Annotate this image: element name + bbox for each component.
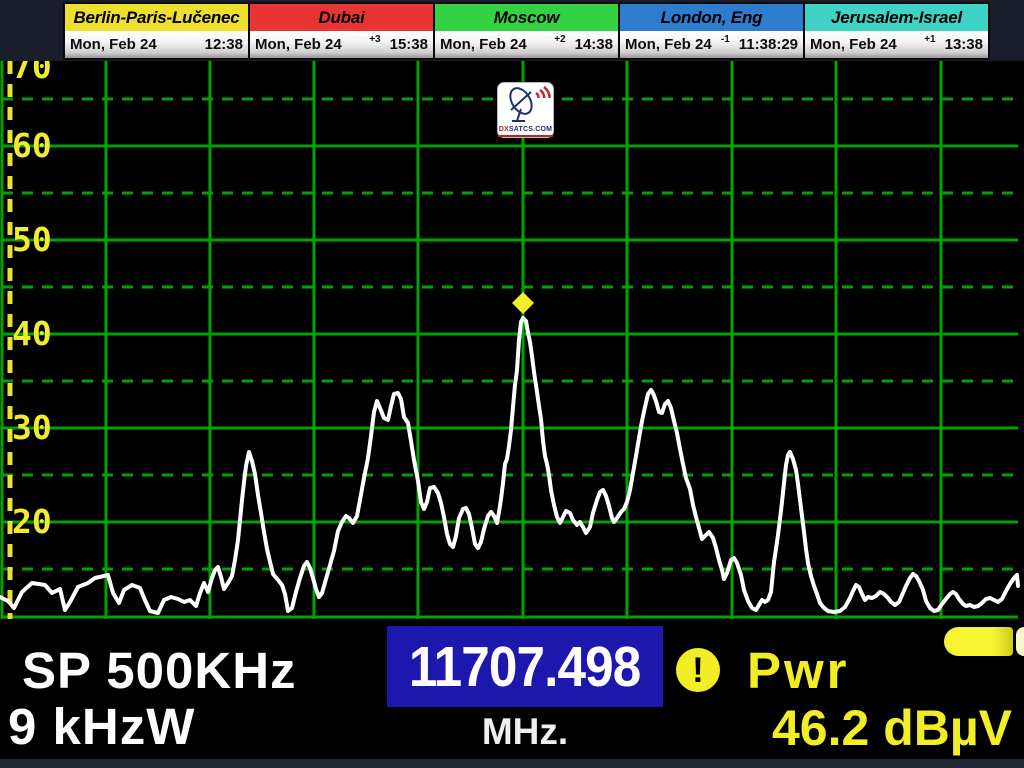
peak-marker-icon [512,292,534,314]
spectrum-chart: 70 60 50 40 30 20 [0,61,1024,622]
warning-icon: ! [676,648,720,692]
power-label: Pwr [747,641,850,700]
clock-panel-london: London, Eng Mon, Feb 24 -1 11:38:29 [620,4,803,58]
power-value: 46.2 dBµV [660,699,1012,757]
frequency-display[interactable]: 11707.498 [387,626,663,707]
rbw-label: 9 kHzW [8,697,195,756]
city-label: Berlin-Paris-Lučenec [65,4,248,31]
y-axis-label: 20 [12,502,52,541]
clock-panel-moscow: Moscow Mon, Feb 24 +2 14:38 [435,4,618,58]
spectrum-chart-area: 70 60 50 40 30 20 [0,61,1024,622]
clock-time: 11:38:29 [739,36,798,53]
y-axis-label: 30 [12,408,52,447]
frequency-value: 11707.498 [409,634,641,700]
clock-utc-offset: +3 [369,34,389,45]
clock-utc-offset: +1 [924,34,944,45]
y-axis-label: 40 [12,314,52,353]
clock-date: Mon, Feb 24 [70,36,157,53]
clock-time: 14:38 [575,36,613,53]
world-clock-table: Berlin-Paris-Lučenec Mon, Feb 24 12:38 D… [63,2,990,60]
satellite-dish-icon [498,83,553,126]
clock-time-row: Mon, Feb 24 +3 15:38 [250,31,433,58]
clock-panel-jerusalem: Jerusalem-Israel Mon, Feb 24 +1 13:38 [805,4,988,58]
logo-text: DXSATCS.COM [498,126,553,137]
clock-time-row: Mon, Feb 24 +1 13:38 [805,31,988,58]
clock-time: 12:38 [205,36,243,53]
clock-time-row: Mon, Feb 24 12:38 [65,31,248,58]
clock-date: Mon, Feb 24 [810,36,897,53]
y-axis-label: 50 [12,220,52,259]
clock-utc-offset: +2 [554,34,574,45]
clock-panel-dubai: Dubai Mon, Feb 24 +3 15:38 [250,4,433,58]
city-label: Dubai [250,4,433,31]
span-label: SP 500KHz [22,641,297,700]
clock-time-row: Mon, Feb 24 +2 14:38 [435,31,618,58]
clock-time: 15:38 [390,36,428,53]
y-axis-label: 70 [12,61,52,86]
city-label: Jerusalem-Israel [805,4,988,31]
city-label: London, Eng [620,4,803,31]
frequency-unit-label: MHz. [387,711,663,753]
y-axis-label: 60 [12,126,52,165]
clock-date: Mon, Feb 24 [440,36,527,53]
clock-date: Mon, Feb 24 [625,36,712,53]
world-clock-bar: Berlin-Paris-Lučenec Mon, Feb 24 12:38 D… [0,0,1024,61]
dxsatcs-logo: DXSATCS.COM [497,82,554,138]
bottom-edge-strip [0,759,1024,768]
toggle-switch[interactable] [944,627,1013,656]
clock-panel-berlin: Berlin-Paris-Lučenec Mon, Feb 24 12:38 [65,4,248,58]
clock-time-row: Mon, Feb 24 -1 11:38:29 [620,31,803,58]
clock-date: Mon, Feb 24 [255,36,342,53]
clock-utc-offset: -1 [721,34,739,45]
toggle-knob[interactable] [1016,627,1024,656]
city-label: Moscow [435,4,618,31]
clock-time: 13:38 [945,36,983,53]
